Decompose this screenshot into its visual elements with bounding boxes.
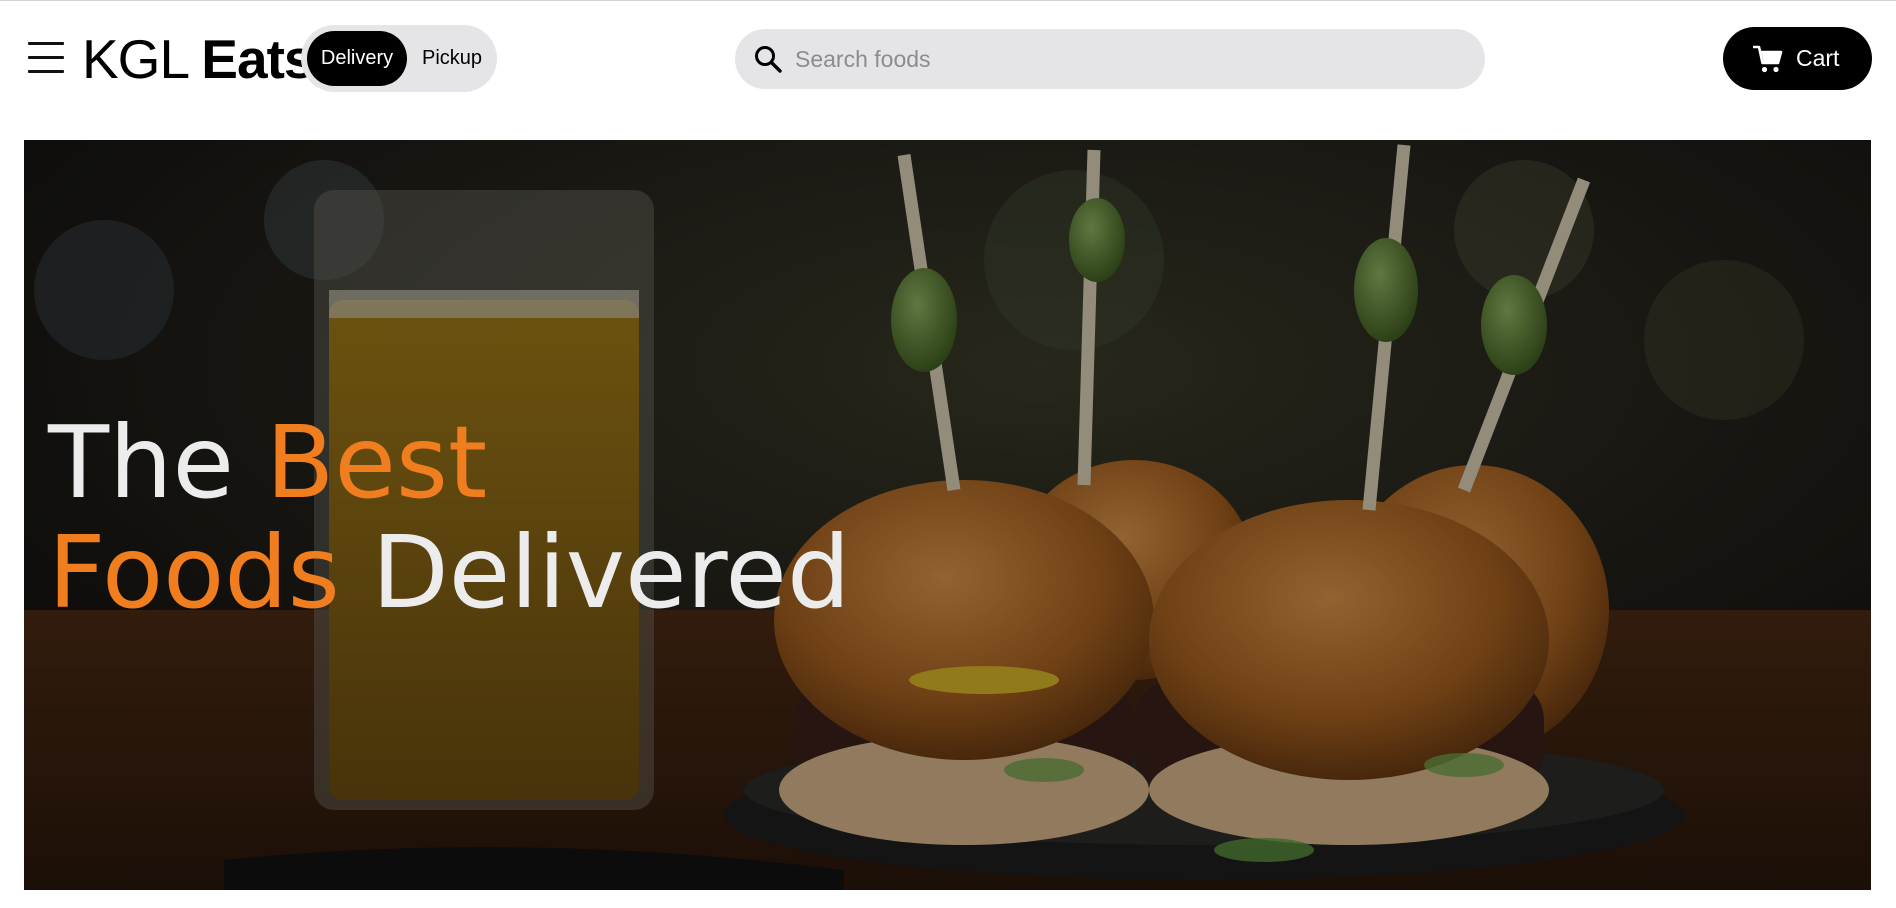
hero-word-delivered: Delivered — [371, 514, 851, 631]
brand-name-bold: Eats — [201, 28, 314, 90]
search-input[interactable] — [795, 29, 1465, 89]
delivery-option[interactable]: Delivery — [307, 31, 407, 86]
cart-button[interactable]: Cart — [1723, 27, 1872, 90]
hamburger-menu-icon[interactable] — [26, 40, 66, 76]
hero-word-best: Best — [265, 404, 488, 521]
hero-banner: The Best Foods Delivered — [24, 140, 1871, 890]
cart-label: Cart — [1796, 45, 1840, 71]
hero-headline: The Best Foods Delivered — [48, 408, 850, 628]
shopping-cart-icon — [1753, 45, 1783, 73]
hero-word-foods: Foods — [48, 514, 340, 631]
hero-headline-line-1: The Best — [48, 408, 850, 518]
hero-word-the: The — [48, 404, 234, 521]
search-icon[interactable] — [753, 44, 783, 74]
search-bar — [735, 29, 1485, 89]
hero-headline-line-2: Foods Delivered — [48, 518, 850, 628]
brand-logo[interactable]: KGL Eats — [82, 28, 314, 90]
brand-name-light: KGL — [82, 28, 188, 90]
pickup-option[interactable]: Pickup — [411, 31, 493, 86]
delivery-pickup-toggle: Delivery Pickup — [301, 25, 497, 92]
navbar: KGL Eats Delivery Pickup Cart — [0, 1, 1896, 116]
